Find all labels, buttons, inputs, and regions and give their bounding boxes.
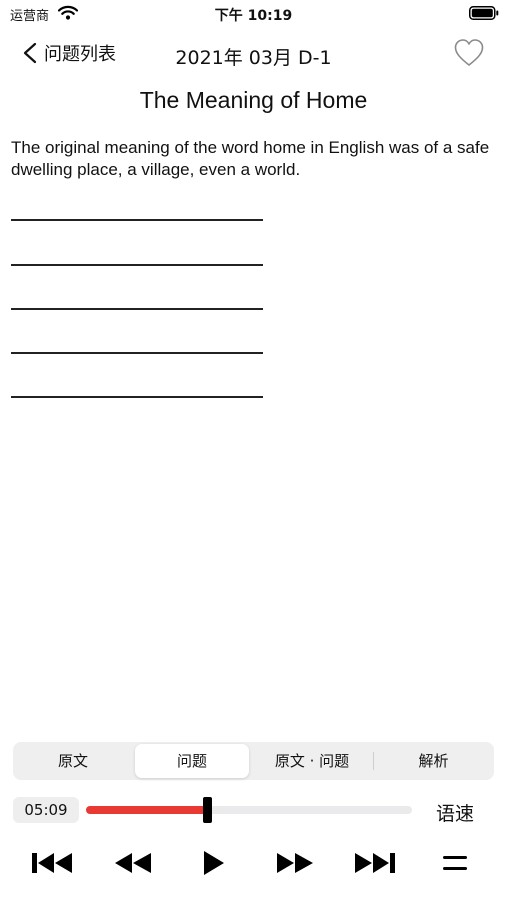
status-bar: 运营商 下午 10:19	[0, 0, 507, 28]
fast-forward-icon	[277, 853, 313, 873]
answer-line	[11, 352, 263, 354]
fast-forward-button[interactable]	[275, 847, 315, 879]
page-title: 2021年 03月 D-1	[175, 47, 332, 69]
navigation-bar: 问题列表 2021年 03月 D-1	[0, 34, 507, 74]
skip-to-end-icon	[355, 853, 395, 873]
answer-line	[11, 219, 263, 221]
tab-analysis[interactable]: 解析	[375, 744, 492, 778]
playlist-menu-button[interactable]	[442, 847, 468, 879]
answer-line	[11, 264, 263, 266]
progress-slider[interactable]	[86, 797, 412, 823]
play-icon	[204, 851, 224, 875]
answer-line	[11, 308, 263, 310]
rewind-button[interactable]	[113, 847, 153, 879]
tab-original[interactable]: 原文	[15, 744, 131, 778]
play-button[interactable]	[202, 847, 226, 879]
rewind-icon	[115, 853, 151, 873]
skip-to-end-button[interactable]	[352, 847, 396, 879]
skip-to-start-icon	[32, 853, 72, 873]
view-mode-tabs: 原文 问题 原文 · 问题 解析	[13, 742, 494, 780]
progress-thumb[interactable]	[202, 797, 212, 823]
progress-fill	[86, 806, 207, 814]
answer-line	[11, 396, 263, 398]
favorite-heart-icon[interactable]	[453, 38, 485, 68]
passage-text: The original meaning of the word home in…	[11, 138, 490, 179]
tab-divider	[373, 752, 374, 770]
article-title: The Meaning of Home	[139, 87, 368, 113]
skip-to-start-button[interactable]	[31, 847, 75, 879]
playback-speed-button[interactable]: 语速	[436, 799, 474, 826]
status-time: 下午 10:19	[214, 8, 293, 24]
tab-questions[interactable]: 问题	[135, 744, 249, 778]
tab-original-questions[interactable]: 原文 · 问题	[253, 744, 371, 778]
elapsed-time: 05:09	[13, 797, 79, 823]
menu-icon	[443, 856, 467, 870]
battery-icon	[469, 6, 499, 20]
